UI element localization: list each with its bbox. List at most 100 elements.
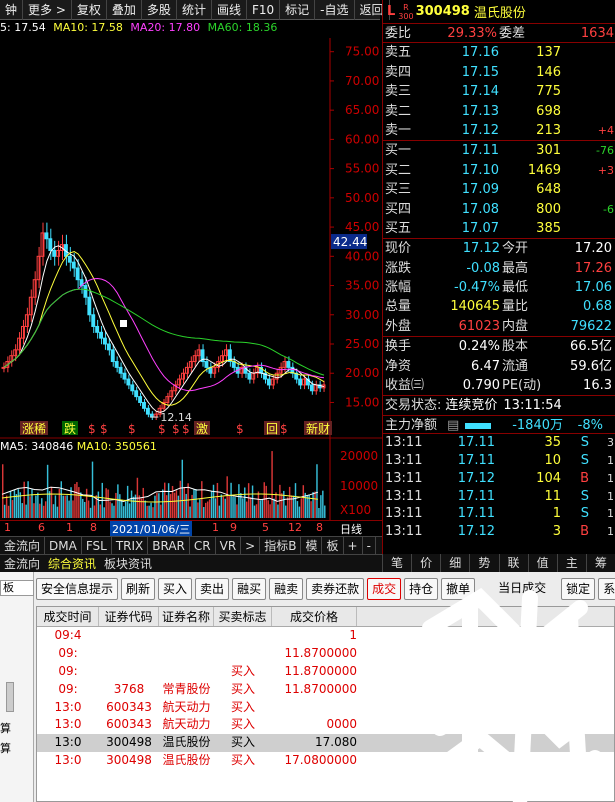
grid-header-3[interactable]: 买卖标志 <box>214 607 272 626</box>
trade-button-3[interactable]: 卖出 <box>195 578 230 600</box>
right-tab-5[interactable]: 值 <box>527 554 557 572</box>
tick-vol-3: 11 <box>544 488 561 504</box>
toolbar-item-1[interactable]: 更多 > <box>23 0 72 20</box>
vol-bar-47 <box>93 505 96 518</box>
info-tab-1[interactable]: 综合资讯 <box>44 555 100 573</box>
toolbar-item-8[interactable]: 标记 <box>280 0 316 20</box>
vol-bar-132 <box>259 500 262 518</box>
indicator-tab-4[interactable]: BRAR <box>148 536 190 555</box>
tick-row-4: 13:11 17.11 1 S 1 <box>383 505 615 523</box>
tick-count-1: 1 <box>607 454 614 467</box>
toolbar-item-7[interactable]: F10 <box>247 0 281 20</box>
grid-header-1[interactable]: 证券代码 <box>99 607 159 626</box>
tag-1: 跌 <box>64 421 76 436</box>
vol-bar-40 <box>80 492 82 518</box>
indicator-tab-3[interactable]: TRIX <box>112 536 149 555</box>
ma20-line <box>3 277 325 392</box>
right-tab-1[interactable]: 价 <box>411 554 440 572</box>
tick-row-2: 13:11 17.12 104 B 1 <box>383 470 615 488</box>
trade-button-4[interactable]: 融买 <box>232 578 267 600</box>
weibi-value: 29.33% <box>447 26 497 41</box>
y-tick-label-11: 20.00 <box>345 366 379 380</box>
vol-bar-96 <box>189 506 191 518</box>
zhuli-row: 主力净额 ▤ -1840万 -8% <box>383 414 615 435</box>
trade-status: 交易状态: 连续竞价 13:11:54 <box>383 395 615 414</box>
vol-bar-65 <box>128 503 131 518</box>
sell-row-1-vol: 146 <box>536 64 561 80</box>
toolbar-item-6[interactable]: 画线 <box>212 0 247 20</box>
indicator-tab-2[interactable]: FSL <box>82 536 112 555</box>
toolbar-item-4[interactable]: 多股 <box>142 0 177 20</box>
menu-icon[interactable]: ▤ <box>447 416 461 433</box>
buy-row-4-price: 17.07 <box>461 220 499 236</box>
indicator-tab-1[interactable]: DMA <box>45 536 82 555</box>
vol-bar-2 <box>5 495 8 518</box>
candle-body-17 <box>67 255 72 263</box>
indicator-tab-11[interactable]: + <box>344 536 363 555</box>
right-tab-3[interactable]: 势 <box>469 554 498 572</box>
right-tab-6[interactable]: 主 <box>556 554 586 572</box>
grid-header-0[interactable]: 成交时间 <box>37 607 99 626</box>
toolbar-item-0[interactable]: 钟 <box>0 0 24 20</box>
vol-bar-102 <box>201 481 203 518</box>
fund-row-1: 净资 6.47 流通 59.6亿 <box>383 357 615 376</box>
vol-bar-151 <box>296 501 299 518</box>
indicator-tab-7[interactable]: > <box>241 536 261 555</box>
candle-body-59 <box>231 361 236 368</box>
right-tab-2[interactable]: 细 <box>440 554 469 572</box>
indicator-tabs: 金流向 DMA FSL TRIX BRAR CR VR > 指标B 模板 + - <box>0 536 382 555</box>
left-box[interactable]: 板 <box>0 580 34 596</box>
vol-bar-21 <box>42 505 45 518</box>
indicator-tab-10[interactable]: 板 <box>322 536 344 555</box>
tick-row-0: 13:11 17.11 35 S 3 <box>383 434 615 452</box>
tick-list: 13:11 17.11 35 S 3 13:11 17.11 10 S 1 13:11 17.12 10… <box>383 434 615 541</box>
vol-bar-18 <box>37 492 39 518</box>
right-tab-7[interactable]: 筹 <box>585 554 615 572</box>
tick-dir-4: S <box>580 506 589 522</box>
fund-row-2: 收益㈢ 0.790 PE(动) 16.3 <box>383 376 615 395</box>
grid-header-4[interactable]: 成交价格 <box>272 607 357 626</box>
trade-cell-7-1: 300498 <box>106 753 152 768</box>
grid-header-2[interactable]: 证券名称 <box>159 607 214 626</box>
trade-button-0[interactable]: 安全信息提示 <box>36 578 119 600</box>
indicator-tab-0[interactable]: 金流向 <box>0 536 46 555</box>
indicator-tab-9[interactable]: 模 <box>301 536 323 555</box>
vol-bar-41 <box>82 498 84 518</box>
toolbar-item-5[interactable]: 统计 <box>177 0 212 20</box>
trade-button-5[interactable]: 融卖 <box>269 578 304 600</box>
fund-value-2: 0.790 <box>462 378 500 394</box>
vol-bar-55 <box>109 501 111 518</box>
trade-cell-0-1 <box>99 627 159 645</box>
sell-row-3: 卖二 17.13 698 <box>383 102 615 121</box>
right-tab-4[interactable]: 联 <box>498 554 528 572</box>
trade-button-2[interactable]: 买入 <box>158 578 193 600</box>
sell-row-1: 卖四 17.15 146 <box>383 63 615 82</box>
trade-cell-7-0: 13:0 <box>54 753 82 768</box>
trade-button-1[interactable]: 刷新 <box>121 578 156 600</box>
toolbar-item-2[interactable]: 复权 <box>72 0 107 20</box>
vol-bar-165 <box>324 505 326 518</box>
quote-row-1: 涨跌 -0.08 最高 17.26 <box>383 259 615 278</box>
toolbar-item-3[interactable]: 叠加 <box>107 0 142 20</box>
kline-chart[interactable]: 75.00 70.00 65.00 60.00 55.00 50.00 45.00 40.00… <box>0 20 382 438</box>
indicator-tab-12[interactable]: - <box>363 536 376 555</box>
trade-button-7[interactable]: 成交 <box>367 578 402 600</box>
info-tab-2[interactable]: 板块资讯 <box>100 555 156 573</box>
info-tab-0[interactable]: 金流向 <box>0 555 44 573</box>
indicator-tab-6[interactable]: VR <box>216 536 242 555</box>
vol-bar-99 <box>195 489 197 518</box>
toolbar-item-9[interactable]: -自选 <box>315 0 355 20</box>
vol-bar-114 <box>224 498 226 518</box>
buy-row-3-change: -6 <box>603 202 614 216</box>
quote-label-4: 外盘 <box>385 318 412 334</box>
trade-button-6[interactable]: 卖券还款 <box>306 578 365 600</box>
vol-bar-49 <box>97 491 100 518</box>
scrollbar[interactable] <box>6 682 14 712</box>
vol-bar-0 <box>2 464 4 518</box>
tick-count-2: 1 <box>607 471 614 485</box>
indicator-tab-5[interactable]: CR <box>190 536 216 555</box>
indicator-tab-8[interactable]: 指标B <box>260 536 302 555</box>
period-label[interactable]: 日线 <box>340 521 362 537</box>
sell-row-3-price: 17.13 <box>461 103 499 119</box>
right-tab-0[interactable]: 笔 <box>382 554 411 572</box>
